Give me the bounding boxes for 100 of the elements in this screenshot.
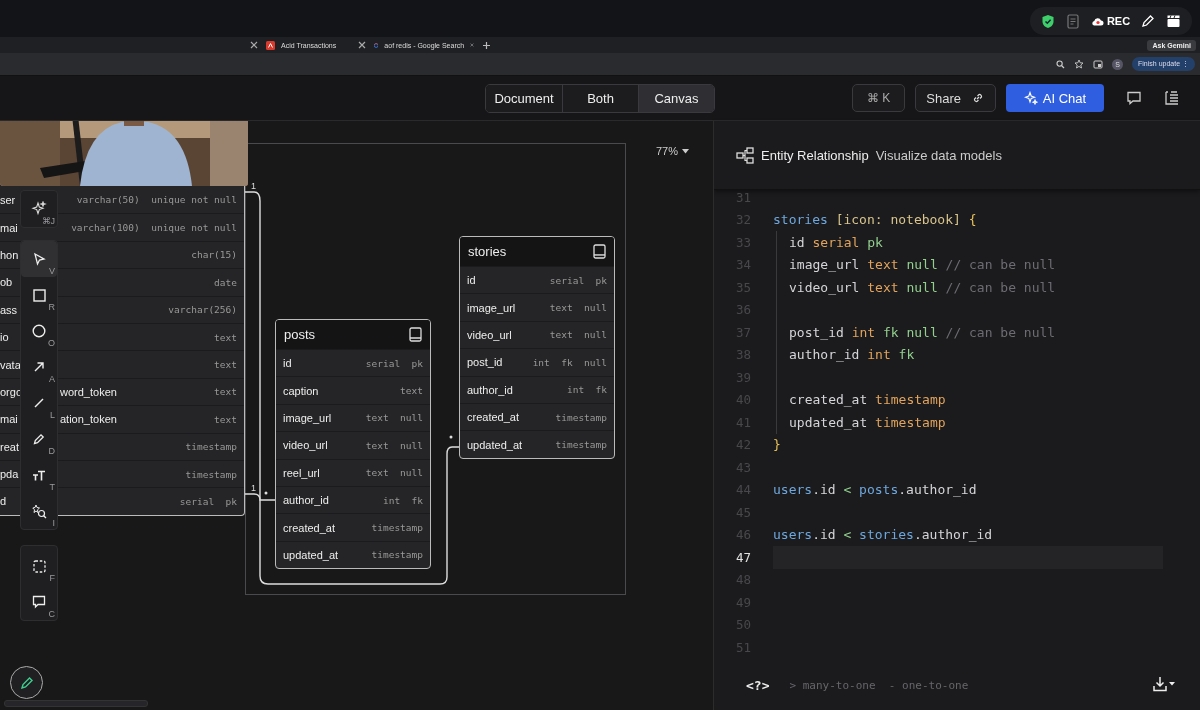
code-line: } bbox=[773, 437, 781, 453]
tool-button[interactable]: C bbox=[21, 584, 57, 620]
column-type: varchar(256) bbox=[168, 304, 238, 316]
caret-icon bbox=[682, 148, 690, 154]
outline-icon[interactable] bbox=[1164, 90, 1180, 106]
syntax-hint: > many-to-one - one-to-one bbox=[789, 678, 969, 692]
column-name: vata bbox=[0, 358, 21, 371]
column-name: caption bbox=[282, 384, 319, 397]
column-type: serial pk bbox=[365, 357, 424, 369]
column-name: d bbox=[0, 495, 7, 508]
link-icon bbox=[971, 91, 985, 105]
code-line: updated_at timestamp bbox=[789, 414, 946, 430]
tool-button[interactable]: O bbox=[21, 313, 57, 349]
clapperboard-icon[interactable] bbox=[1165, 14, 1181, 28]
notebook-icon bbox=[409, 327, 422, 342]
document-icon[interactable] bbox=[1066, 13, 1081, 29]
panel-subtitle: Visualize data models bbox=[875, 147, 1002, 163]
zoom-icon[interactable] bbox=[1056, 59, 1065, 69]
connector-dot bbox=[264, 491, 268, 495]
column-name: mai bbox=[0, 413, 18, 426]
view-tab[interactable]: Both bbox=[562, 84, 638, 112]
rectangle-icon bbox=[32, 288, 46, 302]
tool-button[interactable]: T bbox=[21, 457, 57, 493]
view-tab[interactable]: Canvas bbox=[638, 84, 714, 112]
column-type: text bbox=[214, 359, 238, 371]
favicon-icon bbox=[266, 40, 275, 50]
column-type: text bbox=[214, 413, 238, 425]
column-type: text bbox=[400, 385, 424, 397]
tool-button[interactable]: L bbox=[21, 385, 57, 421]
share-button[interactable]: Share bbox=[915, 84, 996, 112]
sparkle-icon bbox=[31, 201, 47, 217]
code-line: author_id int fk bbox=[789, 347, 915, 363]
column-name: reat bbox=[0, 440, 19, 453]
column-name: post_id bbox=[466, 356, 503, 369]
column-type: varchar(100) unique not null bbox=[71, 222, 238, 234]
frame-icon bbox=[32, 559, 46, 573]
column-type: text null bbox=[365, 439, 424, 451]
column-name: word_token bbox=[60, 385, 117, 398]
column-type: int fk null bbox=[532, 356, 608, 368]
panel-title: Entity Relationship bbox=[761, 147, 869, 163]
code-line: id serial pk bbox=[789, 234, 883, 250]
close-icon[interactable] bbox=[470, 41, 474, 49]
column-name: ser bbox=[0, 193, 16, 206]
code-line: created_at timestamp bbox=[789, 392, 946, 408]
scrollbar[interactable] bbox=[4, 700, 148, 707]
command-button[interactable]: ⌘ K bbox=[851, 84, 906, 112]
column-name: hon bbox=[0, 248, 19, 261]
cardinality-label: 1 bbox=[251, 483, 256, 493]
diagram-icon bbox=[736, 146, 754, 164]
tool-button[interactable]: R bbox=[21, 277, 57, 313]
pen-icon[interactable] bbox=[1140, 14, 1155, 28]
tool-button[interactable]: D bbox=[21, 421, 57, 457]
column-name: id bbox=[466, 274, 476, 287]
favicon-icon bbox=[374, 40, 379, 50]
ai-chat-button[interactable]: AI Chat bbox=[1006, 84, 1104, 112]
table-name: posts bbox=[284, 327, 316, 342]
column-name: image_url bbox=[466, 301, 516, 314]
column-name: pda bbox=[0, 468, 19, 481]
column-name: mai bbox=[0, 221, 18, 234]
new-tab-icon[interactable] bbox=[482, 40, 491, 50]
record-button[interactable]: REC bbox=[1090, 15, 1131, 27]
column-type: text null bbox=[365, 467, 424, 479]
column-type: timestamp bbox=[371, 522, 424, 534]
shape-search-icon bbox=[31, 503, 47, 519]
line-number: 47 bbox=[734, 549, 751, 565]
column-type: timestamp bbox=[185, 441, 238, 453]
column-type: timestamp bbox=[371, 549, 424, 561]
pencil-icon bbox=[19, 675, 34, 690]
tool-button[interactable]: F bbox=[21, 548, 57, 584]
comment-icon bbox=[32, 595, 46, 609]
tool-button[interactable]: ⌘J bbox=[21, 191, 57, 227]
cardinality-label: 1 bbox=[251, 181, 256, 191]
tool-button[interactable]: V bbox=[21, 241, 57, 277]
comment-icon[interactable] bbox=[1126, 90, 1142, 106]
text-size-icon bbox=[32, 469, 46, 481]
column-name: reel_url bbox=[282, 466, 320, 479]
cloud-icon bbox=[1090, 16, 1104, 26]
close-icon[interactable] bbox=[358, 41, 366, 49]
zoom-dropdown[interactable]: 77% bbox=[650, 144, 696, 158]
help-button[interactable]: <?> bbox=[746, 677, 770, 693]
code-line: users.id < stories.author_id bbox=[773, 527, 993, 543]
column-name: created_at bbox=[282, 521, 335, 534]
column-name: id bbox=[282, 357, 292, 370]
draw-button[interactable] bbox=[10, 666, 43, 699]
column-type: text null bbox=[365, 412, 424, 424]
view-tab[interactable]: Document bbox=[486, 84, 562, 112]
shield-icon[interactable] bbox=[1041, 13, 1056, 29]
column-name: created_at bbox=[466, 411, 519, 424]
tool-button[interactable]: I bbox=[21, 493, 57, 529]
close-icon[interactable] bbox=[250, 41, 258, 49]
column-name: author_id bbox=[282, 494, 329, 507]
cast-icon[interactable] bbox=[1093, 59, 1103, 69]
column-type: text null bbox=[549, 329, 608, 341]
line-icon bbox=[34, 398, 44, 408]
column-type: text null bbox=[549, 302, 608, 314]
star-icon[interactable] bbox=[1074, 59, 1084, 69]
column-name: io bbox=[0, 331, 9, 344]
tool-button[interactable]: A bbox=[21, 349, 57, 385]
code-line: post_id int fk null // can be null bbox=[789, 324, 1056, 340]
column-name: video_url bbox=[282, 439, 328, 452]
